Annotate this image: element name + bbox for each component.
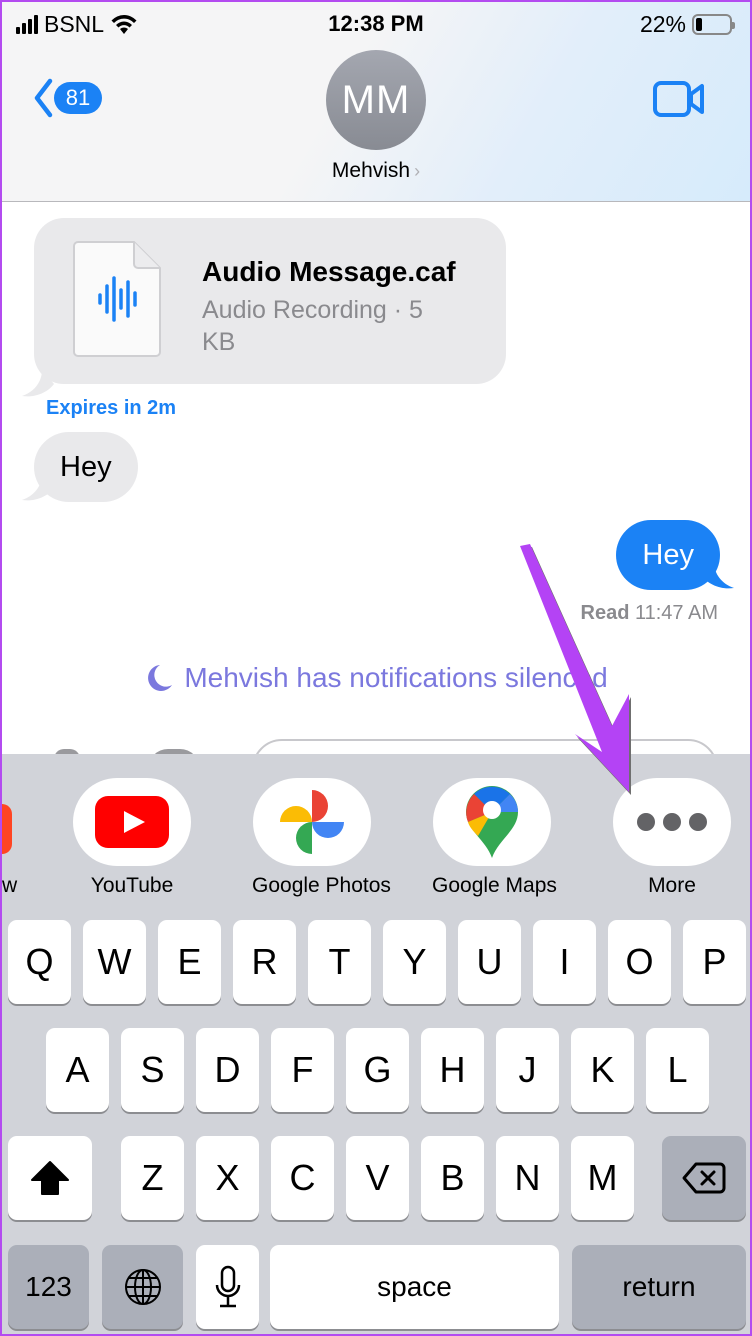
key-t[interactable]: T [308,920,371,1004]
key-s[interactable]: S [121,1028,184,1112]
chevron-right-icon: › [414,161,421,181]
key-j[interactable]: J [496,1028,559,1112]
key-n[interactable]: N [496,1136,559,1220]
key-e[interactable]: E [158,920,221,1004]
app-label: Google Maps [432,874,557,897]
audio-file-icon [73,241,161,357]
key-m[interactable]: M [571,1136,634,1220]
google-photos-icon [280,790,344,854]
partial-app-label: w [2,874,18,897]
read-receipt: Read 11:47 AM [581,602,719,625]
key-x[interactable]: X [196,1136,259,1220]
numbers-key[interactable]: 123 [8,1245,89,1329]
microphone-icon [215,1265,240,1308]
key-p[interactable]: P [683,920,746,1004]
more-dots-icon [637,813,707,831]
status-bar: BSNL 12:38 PM 22% [2,8,750,40]
bubble-tail [702,562,734,589]
key-y[interactable]: Y [383,920,446,1004]
contact-avatar[interactable]: MM [326,50,426,150]
key-q[interactable]: Q [8,920,71,1004]
imessage-app-drawer[interactable]: w YouTube Google Photos Google Maps More [2,754,750,904]
contact-name-button[interactable]: Mehvish › [2,159,750,183]
read-label: Read [580,602,630,624]
bubble-tail [22,474,54,501]
attachment-file-name: Audio Message.caf [202,256,456,287]
attachment-file-meta: Audio Recording · 5 KB [202,296,423,356]
battery-icon [692,14,735,35]
key-i[interactable]: I [533,920,596,1004]
back-button[interactable]: 81 [32,78,102,118]
key-k[interactable]: K [571,1028,634,1112]
app-label: Google Photos [252,874,391,897]
moon-icon [148,665,173,691]
key-h[interactable]: H [421,1028,484,1112]
keyboard-panel: w YouTube Google Photos Google Maps More… [2,754,750,1334]
audio-attachment-bubble[interactable]: Audio Message.caf Audio Recording · 5 KB [34,218,506,384]
facetime-video-icon[interactable] [652,80,706,118]
shift-key[interactable] [8,1136,92,1220]
backspace-icon [682,1162,726,1194]
google-maps-icon [466,786,518,858]
space-key[interactable]: space [270,1245,559,1329]
youtube-icon [95,796,169,848]
silenced-notice: Mehvish has notifications silenced [2,662,750,694]
key-c[interactable]: C [271,1136,334,1220]
globe-icon [124,1269,161,1305]
bubble-tail [22,370,54,397]
app-google-photos[interactable]: Google Photos [252,778,391,898]
key-a[interactable]: A [46,1028,109,1112]
key-l[interactable]: L [646,1028,709,1112]
app-google-maps[interactable]: Google Maps [432,778,557,898]
key-z[interactable]: Z [121,1136,184,1220]
shift-icon [31,1161,69,1195]
dictation-key[interactable] [196,1245,259,1329]
message-list: Audio Message.caf Audio Recording · 5 KB… [2,202,750,799]
app-more[interactable]: More [612,778,732,898]
expiry-label: Expires in 2m [46,397,177,419]
unread-count-badge: 81 [54,82,102,114]
battery-percent: 22% [639,11,686,37]
messages-screen: BSNL 12:38 PM 22% 81 MM Mehvish › Audio … [2,2,750,1334]
conversation-header: BSNL 12:38 PM 22% 81 MM Mehvish › [2,2,750,202]
key-r[interactable]: R [233,920,296,1004]
key-d[interactable]: D [196,1028,259,1112]
app-youtube[interactable]: YouTube [72,778,192,898]
key-b[interactable]: B [421,1136,484,1220]
key-f[interactable]: F [271,1028,334,1112]
app-label: More [648,874,696,897]
partial-app-icon[interactable] [2,804,12,854]
return-key[interactable]: return [572,1245,746,1329]
contact-name: Mehvish [331,159,411,182]
key-u[interactable]: U [458,920,521,1004]
read-time: 11:47 AM [634,602,718,624]
key-g[interactable]: G [346,1028,409,1112]
app-label: YouTube [90,874,174,897]
delete-key[interactable] [662,1136,746,1220]
key-o[interactable]: O [608,920,671,1004]
clock: 12:38 PM [328,11,424,36]
key-w[interactable]: W [83,920,146,1004]
chevron-left-icon [34,78,53,118]
key-v[interactable]: V [346,1136,409,1220]
globe-key[interactable] [102,1245,183,1329]
silenced-text: Mehvish has notifications silenced [184,662,608,693]
